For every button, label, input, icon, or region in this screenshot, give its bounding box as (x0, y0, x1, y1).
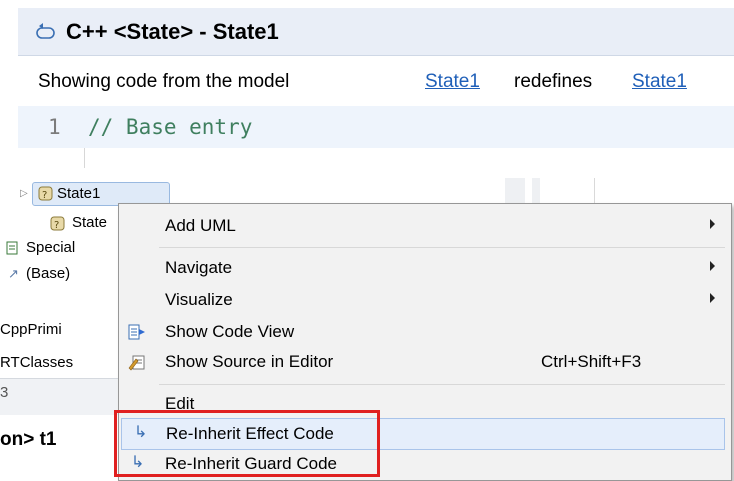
gutter (18, 148, 78, 168)
tree-item-label[interactable]: (Base) (26, 264, 70, 284)
expand-arrow-icon[interactable]: ▷ (20, 188, 28, 199)
submenu-arrow-icon (710, 219, 715, 229)
menu-item-label: Show Code View (165, 322, 295, 341)
menu-item-add-uml[interactable]: Add UML (119, 211, 731, 241)
arrow-icon: ↗ (8, 266, 19, 281)
tree-item-label[interactable]: Special (26, 238, 75, 258)
menu-item-show-code-view[interactable]: Show Code View (119, 317, 731, 347)
state-link-left[interactable]: State1 (425, 70, 480, 94)
lower-tab-number: 3 (0, 384, 9, 401)
state-icon (36, 23, 55, 39)
menu-item-show-source-in-editor[interactable]: Show Source in Editor Ctrl+Shift+F3 (119, 347, 731, 377)
menu-item-navigate[interactable]: Navigate (119, 253, 731, 283)
state-link-right[interactable]: State1 (632, 70, 687, 94)
svg-text:?: ? (42, 190, 47, 201)
menu-item-label: Add UML (165, 216, 236, 235)
menu-item-shortcut: Ctrl+Shift+F3 (541, 352, 642, 371)
menu-item-label: Visualize (165, 290, 233, 309)
redefines-text: redefines (514, 71, 593, 92)
info-text: Showing code from the model (38, 71, 290, 92)
submenu-arrow-icon (710, 293, 715, 303)
tree-item-label[interactable]: RTClasses (0, 353, 73, 373)
editor-info-row: Showing code from the model State1 redef… (18, 60, 734, 102)
submenu-arrow-icon (710, 261, 715, 271)
code-line[interactable]: 1 // Base entry (18, 106, 734, 148)
highlight-annotation-box (114, 410, 380, 477)
state-node-icon: ? (38, 186, 53, 201)
gutter-divider (84, 148, 85, 168)
code-text[interactable]: // Base entry (88, 114, 252, 140)
tree-item-label[interactable]: CppPrimi (0, 320, 62, 340)
menu-item-label: Navigate (165, 258, 233, 277)
svg-text:?: ? (54, 220, 59, 231)
menu-separator (159, 247, 725, 248)
editor-title-bar: C++ <State> - State1 (18, 8, 734, 56)
editor-title: C++ <State> - State1 (66, 19, 279, 44)
code-view-icon (128, 324, 145, 340)
menu-item-label: Show Source in Editor (165, 352, 334, 371)
lower-tab-bar (0, 378, 118, 415)
menu-separator (159, 384, 725, 385)
tree-item-label: State1 (57, 185, 101, 202)
menu-item-visualize[interactable]: Visualize (119, 285, 731, 315)
line-number: 1 (48, 115, 61, 139)
lower-editor-title: on> t1 (0, 429, 57, 450)
state-node-icon: ? (50, 216, 65, 231)
tree-item-label[interactable]: State (72, 213, 107, 233)
source-editor-icon (128, 355, 145, 371)
document-icon (6, 241, 18, 255)
